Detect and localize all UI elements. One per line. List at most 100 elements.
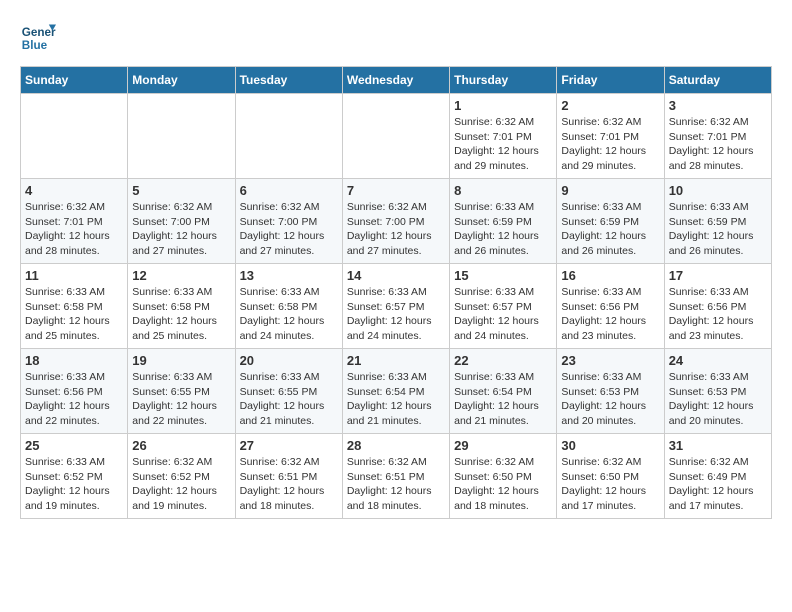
day-info: Sunrise: 6:32 AM Sunset: 7:01 PM Dayligh… [669,115,767,174]
day-info: Sunrise: 6:33 AM Sunset: 6:54 PM Dayligh… [347,370,445,429]
calendar-cell: 29 Sunrise: 6:32 AM Sunset: 6:50 PM Dayli… [450,434,557,519]
calendar-cell [21,94,128,179]
day-info: Sunrise: 6:32 AM Sunset: 6:52 PM Dayligh… [132,455,230,514]
day-info: Sunrise: 6:33 AM Sunset: 6:59 PM Dayligh… [561,200,659,259]
calendar-cell: 28 Sunrise: 6:32 AM Sunset: 6:51 PM Dayli… [342,434,449,519]
logo: General Blue [20,20,60,56]
day-number: 21 [347,353,445,368]
day-header-wednesday: Wednesday [342,67,449,94]
calendar-cell: 23Sunrise: 6:33 AM Sunset: 6:53 PM Dayli… [557,349,664,434]
day-info: Sunrise: 6:32 AM Sunset: 7:01 PM Dayligh… [454,115,552,174]
day-header-tuesday: Tuesday [235,67,342,94]
day-info: Sunrise: 6:33 AM Sunset: 6:57 PM Dayligh… [347,285,445,344]
day-number: 29 [454,438,552,453]
day-info: Sunrise: 6:32 AM Sunset: 6:49 PM Dayligh… [669,455,767,514]
day-header-monday: Monday [128,67,235,94]
calendar-cell: 7Sunrise: 6:32 AM Sunset: 7:00 PM Daylig… [342,179,449,264]
day-number: 26 [132,438,230,453]
day-header-saturday: Saturday [664,67,771,94]
calendar-week-row: 18Sunrise: 6:33 AM Sunset: 6:56 PM Dayli… [21,349,772,434]
day-number: 15 [454,268,552,283]
calendar-cell: 6Sunrise: 6:32 AM Sunset: 7:00 PM Daylig… [235,179,342,264]
day-number: 17 [669,268,767,283]
day-info: Sunrise: 6:33 AM Sunset: 6:58 PM Dayligh… [240,285,338,344]
day-info: Sunrise: 6:33 AM Sunset: 6:56 PM Dayligh… [561,285,659,344]
day-number: 24 [669,353,767,368]
day-number: 8 [454,183,552,198]
calendar-cell [235,94,342,179]
calendar-week-row: 4Sunrise: 6:32 AM Sunset: 7:01 PM Daylig… [21,179,772,264]
calendar-cell: 27 Sunrise: 6:32 AM Sunset: 6:51 PM Dayli… [235,434,342,519]
day-number: 9 [561,183,659,198]
calendar-cell: 10 Sunrise: 6:33 AM Sunset: 6:59 PM Dayli… [664,179,771,264]
calendar-header-row: SundayMondayTuesdayWednesdayThursdayFrid… [21,67,772,94]
day-info: Sunrise: 6:33 AM Sunset: 6:54 PM Dayligh… [454,370,552,429]
day-header-sunday: Sunday [21,67,128,94]
calendar-cell: 4Sunrise: 6:32 AM Sunset: 7:01 PM Daylig… [21,179,128,264]
calendar-cell: 26 Sunrise: 6:32 AM Sunset: 6:52 PM Dayli… [128,434,235,519]
calendar-cell [342,94,449,179]
day-number: 25 [25,438,123,453]
calendar-cell: 21 Sunrise: 6:33 AM Sunset: 6:54 PM Dayli… [342,349,449,434]
calendar-cell: 14 Sunrise: 6:33 AM Sunset: 6:57 PM Dayli… [342,264,449,349]
day-number: 6 [240,183,338,198]
day-number: 13 [240,268,338,283]
calendar-cell: 11 Sunrise: 6:33 AM Sunset: 6:58 PM Dayli… [21,264,128,349]
day-header-friday: Friday [557,67,664,94]
day-info: Sunrise: 6:33 AM Sunset: 6:56 PM Dayligh… [25,370,123,429]
day-info: Sunrise: 6:33 AM Sunset: 6:59 PM Dayligh… [669,200,767,259]
day-number: 10 [669,183,767,198]
day-info: Sunrise: 6:33 AM Sunset: 6:57 PM Dayligh… [454,285,552,344]
day-header-thursday: Thursday [450,67,557,94]
calendar-cell: 17 Sunrise: 6:33 AM Sunset: 6:56 PM Dayli… [664,264,771,349]
day-number: 1 [454,98,552,113]
day-number: 28 [347,438,445,453]
day-number: 12 [132,268,230,283]
calendar-cell: 2Sunrise: 6:32 AM Sunset: 7:01 PM Daylig… [557,94,664,179]
day-info: Sunrise: 6:32 AM Sunset: 7:01 PM Dayligh… [25,200,123,259]
calendar-table: SundayMondayTuesdayWednesdayThursdayFrid… [20,66,772,519]
day-number: 30 [561,438,659,453]
day-number: 2 [561,98,659,113]
calendar-cell: 9 Sunrise: 6:33 AM Sunset: 6:59 PM Daylig… [557,179,664,264]
calendar-cell: 20 Sunrise: 6:33 AM Sunset: 6:55 PM Dayli… [235,349,342,434]
calendar-week-row: 11 Sunrise: 6:33 AM Sunset: 6:58 PM Dayli… [21,264,772,349]
day-number: 19 [132,353,230,368]
day-number: 20 [240,353,338,368]
day-info: Sunrise: 6:33 AM Sunset: 6:58 PM Dayligh… [25,285,123,344]
day-info: Sunrise: 6:32 AM Sunset: 6:51 PM Dayligh… [240,455,338,514]
day-info: Sunrise: 6:33 AM Sunset: 6:55 PM Dayligh… [240,370,338,429]
day-info: Sunrise: 6:33 AM Sunset: 6:58 PM Dayligh… [132,285,230,344]
page-header: General Blue [20,20,772,56]
day-number: 5 [132,183,230,198]
calendar-cell: 12 Sunrise: 6:33 AM Sunset: 6:58 PM Dayli… [128,264,235,349]
calendar-cell: 31 Sunrise: 6:32 AM Sunset: 6:49 PM Dayli… [664,434,771,519]
calendar-cell: 3 Sunrise: 6:32 AM Sunset: 7:01 PM Daylig… [664,94,771,179]
calendar-cell: 16 Sunrise: 6:33 AM Sunset: 6:56 PM Dayli… [557,264,664,349]
day-number: 16 [561,268,659,283]
day-info: Sunrise: 6:32 AM Sunset: 6:50 PM Dayligh… [454,455,552,514]
calendar-cell: 5Sunrise: 6:32 AM Sunset: 7:00 PM Daylig… [128,179,235,264]
calendar-cell: 22Sunrise: 6:33 AM Sunset: 6:54 PM Dayli… [450,349,557,434]
day-info: Sunrise: 6:33 AM Sunset: 6:56 PM Dayligh… [669,285,767,344]
calendar-cell [128,94,235,179]
day-number: 3 [669,98,767,113]
day-number: 11 [25,268,123,283]
day-info: Sunrise: 6:33 AM Sunset: 6:55 PM Dayligh… [132,370,230,429]
day-info: Sunrise: 6:32 AM Sunset: 6:51 PM Dayligh… [347,455,445,514]
calendar-cell: 15 Sunrise: 6:33 AM Sunset: 6:57 PM Dayli… [450,264,557,349]
calendar-cell: 8 Sunrise: 6:33 AM Sunset: 6:59 PM Daylig… [450,179,557,264]
svg-text:Blue: Blue [22,39,48,52]
day-number: 23 [561,353,659,368]
day-number: 31 [669,438,767,453]
day-info: Sunrise: 6:33 AM Sunset: 6:52 PM Dayligh… [25,455,123,514]
day-number: 27 [240,438,338,453]
calendar-cell: 13 Sunrise: 6:33 AM Sunset: 6:58 PM Dayli… [235,264,342,349]
calendar-week-row: 1 Sunrise: 6:32 AM Sunset: 7:01 PM Daylig… [21,94,772,179]
day-info: Sunrise: 6:33 AM Sunset: 6:59 PM Dayligh… [454,200,552,259]
calendar-cell: 24Sunrise: 6:33 AM Sunset: 6:53 PM Dayli… [664,349,771,434]
calendar-cell: 1 Sunrise: 6:32 AM Sunset: 7:01 PM Daylig… [450,94,557,179]
calendar-cell: 25 Sunrise: 6:33 AM Sunset: 6:52 PM Dayli… [21,434,128,519]
calendar-body: 1 Sunrise: 6:32 AM Sunset: 7:01 PM Daylig… [21,94,772,519]
day-number: 14 [347,268,445,283]
